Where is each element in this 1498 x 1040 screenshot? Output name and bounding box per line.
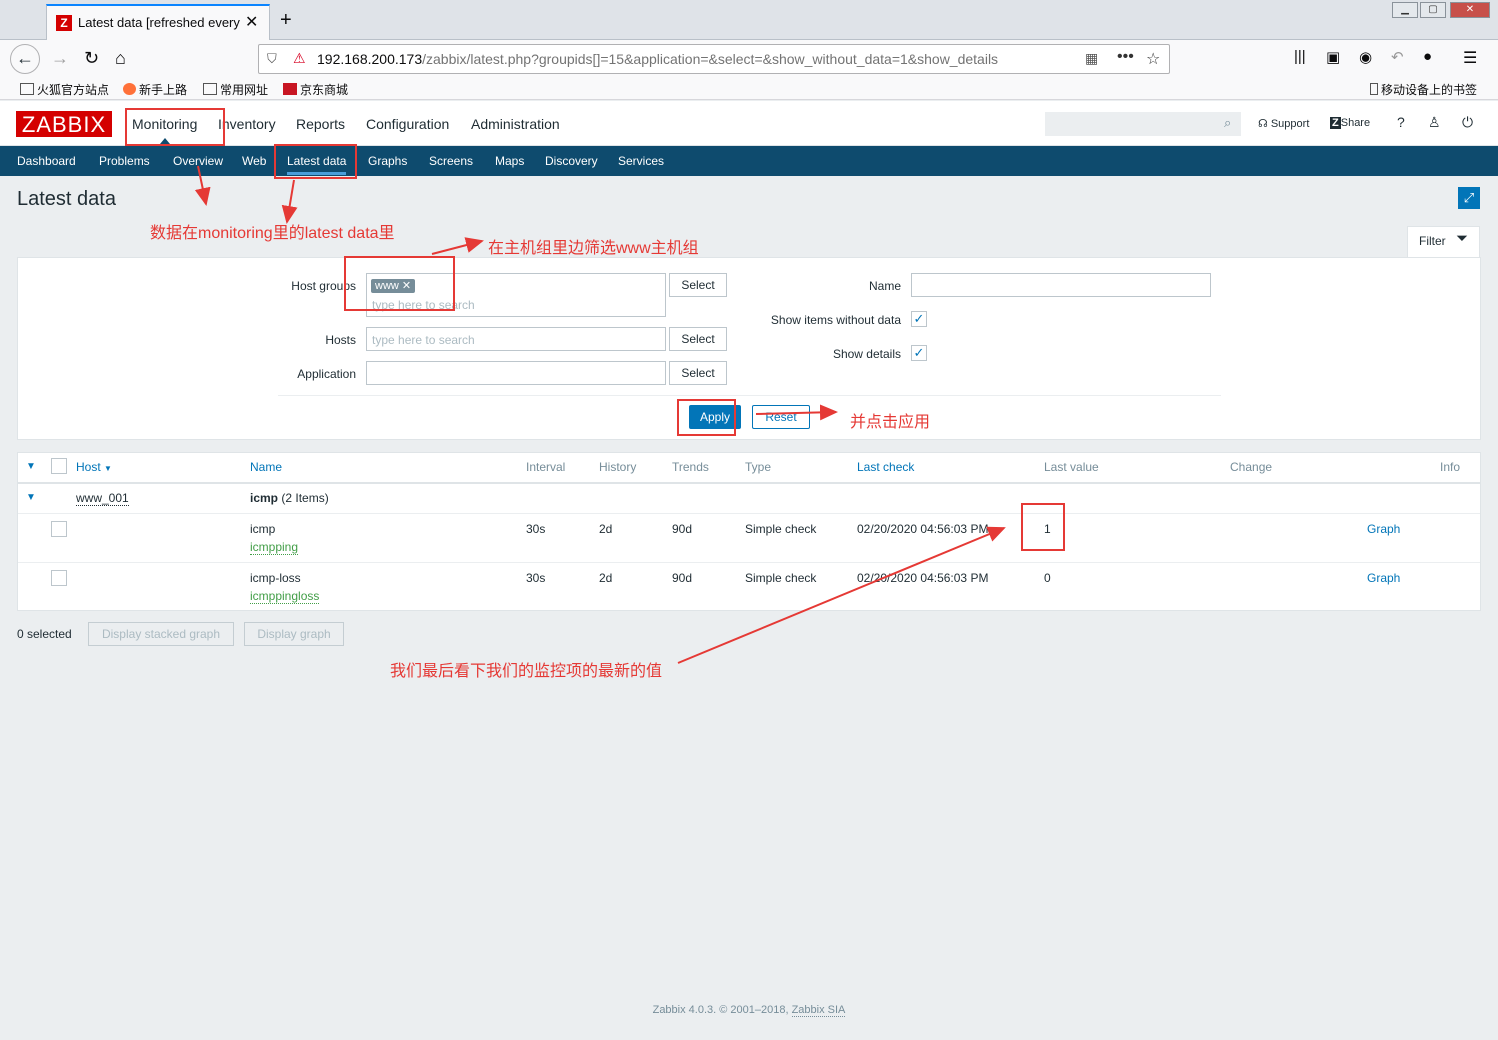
arrow-to-monitoring (194, 165, 211, 206)
arrow-to-apply (755, 404, 838, 421)
arrow-to-host-groups (431, 237, 484, 255)
annotation-arrows (194, 165, 1006, 664)
arrow-to-last-value (677, 526, 1006, 664)
arrow-to-latest-data (281, 179, 298, 224)
